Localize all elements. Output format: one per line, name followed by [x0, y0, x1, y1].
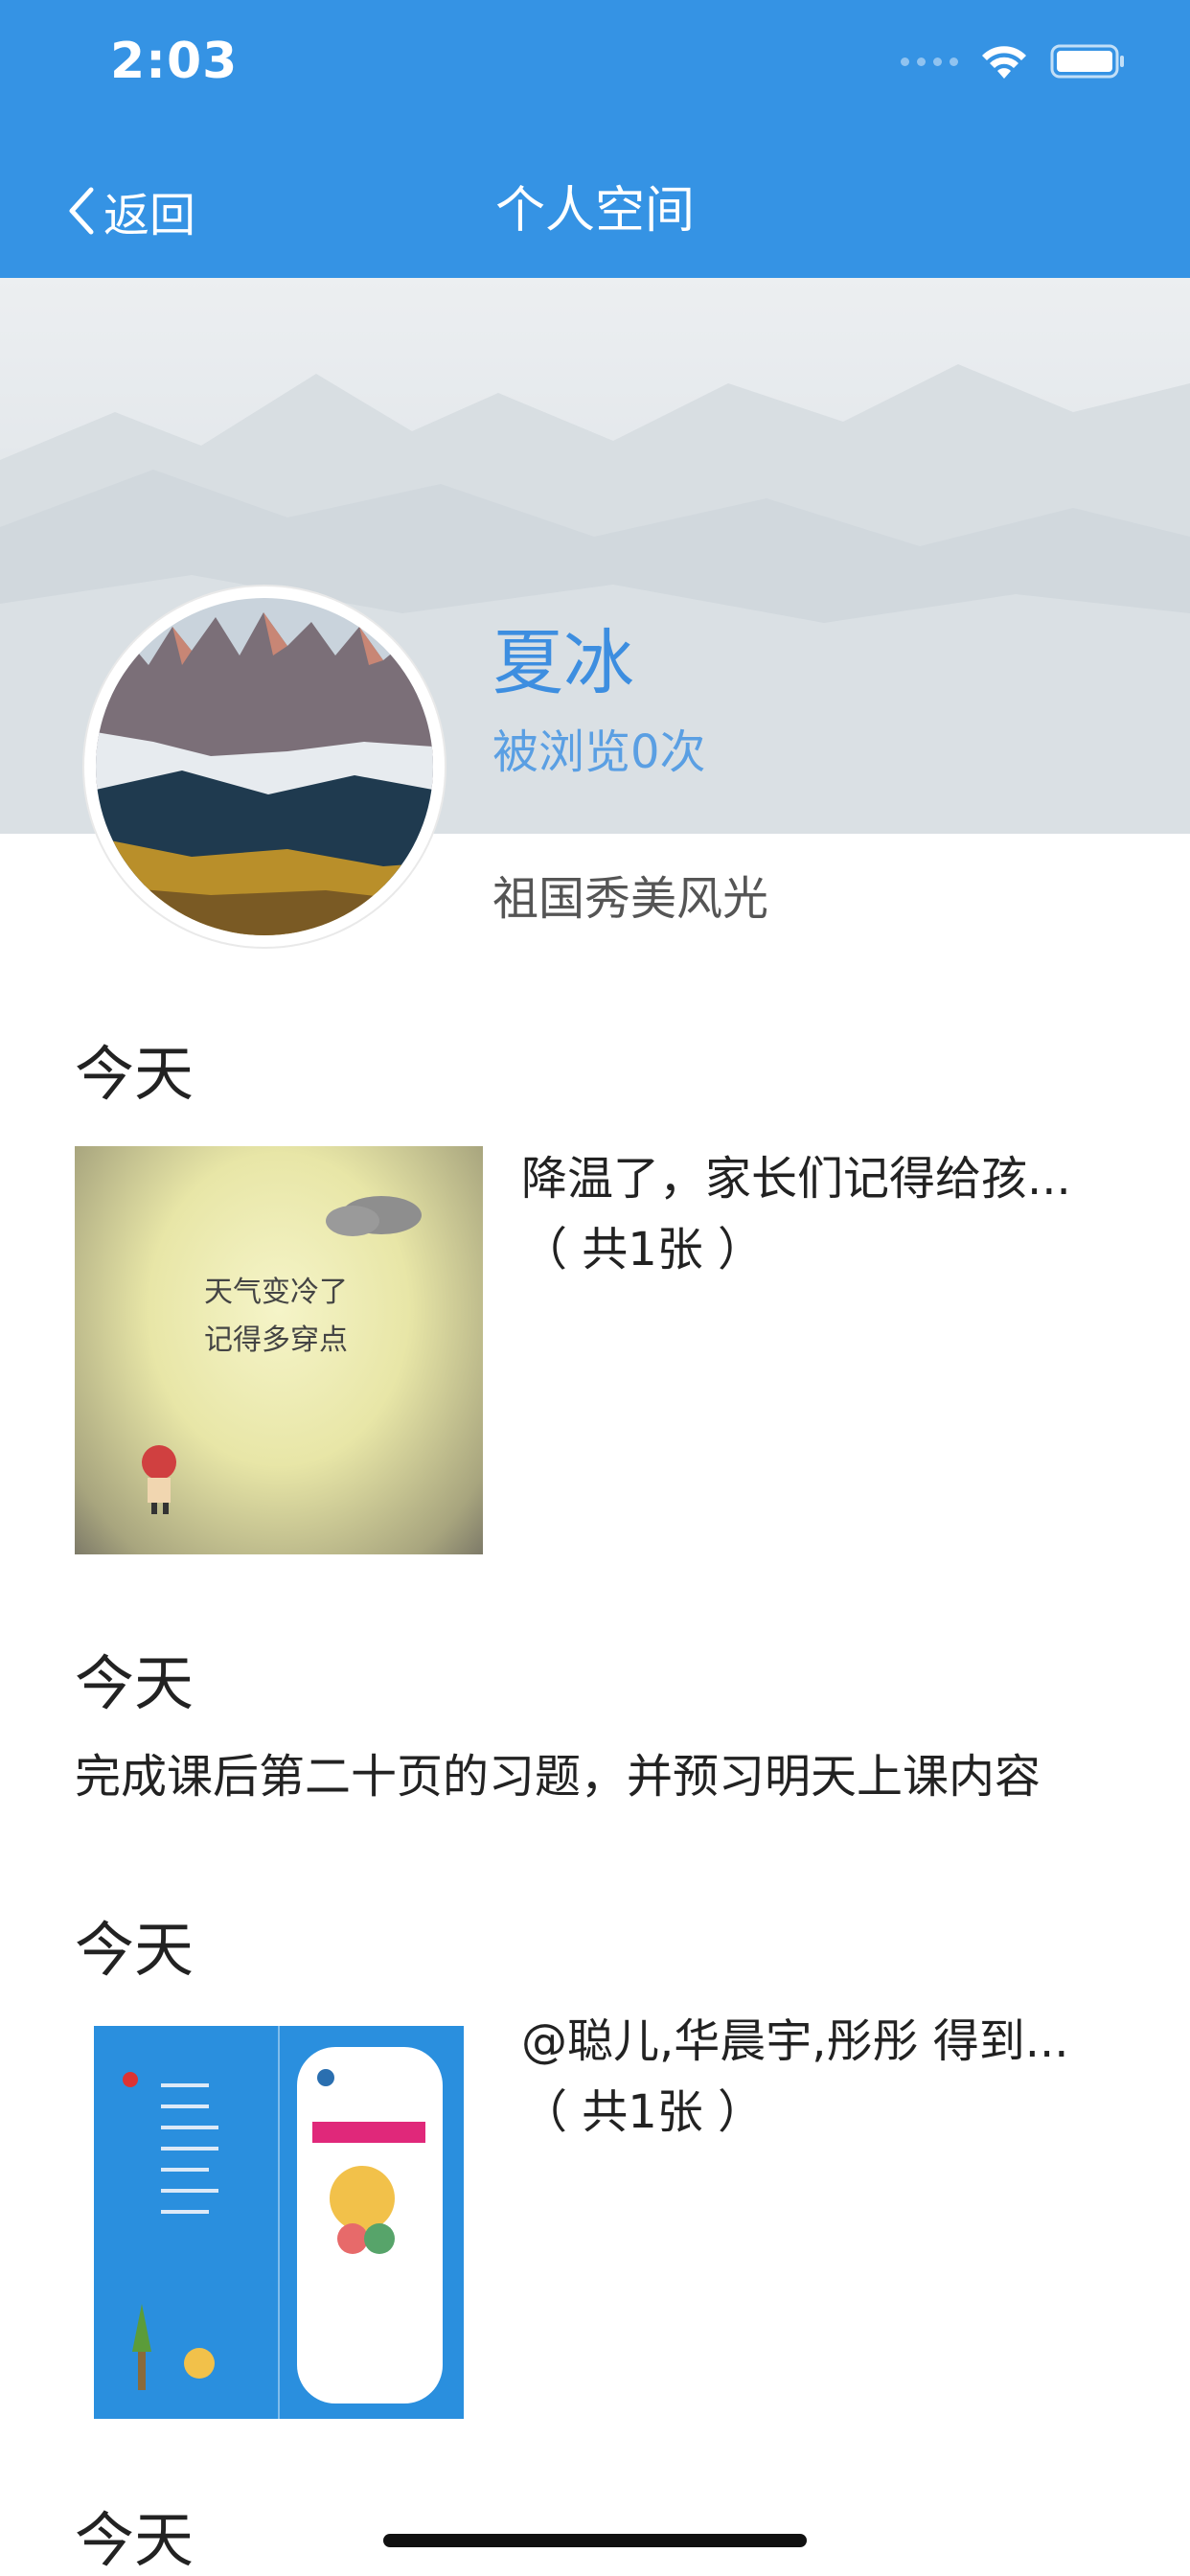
post-text: 降温了，家长们记得给孩...	[521, 1152, 1071, 1206]
status-time: 2:03	[110, 33, 239, 90]
profile-name: 夏冰	[492, 622, 634, 704]
page-title: 个人空间	[494, 182, 695, 240]
image-caption-line1: 天气变冷了	[204, 1276, 348, 1309]
home-indicator[interactable]	[383, 2534, 807, 2547]
post-date: 今天	[75, 1915, 195, 1985]
post-date: 今天	[75, 2505, 195, 2575]
view-count: 被浏览0次	[492, 725, 706, 779]
post-date: 今天	[75, 1039, 195, 1109]
image-count: （ 共1张 ）	[521, 1223, 765, 1276]
status-icons	[901, 40, 1127, 82]
wifi-icon	[979, 42, 1029, 80]
post-text: 完成课后第二十页的习题，并预习明天上课内容	[75, 1750, 1041, 1804]
navigation-bar: 返回 个人空间	[0, 172, 1190, 249]
post-image[interactable]: 天气变冷了 记得多穿点	[75, 1146, 483, 1554]
header-bar: 2:03 返回 个人空间	[0, 0, 1190, 278]
post-text: @聪儿,华晨宇,彤彤 得到...	[521, 2014, 1069, 2068]
profile-motto: 祖国秀美风光	[492, 872, 769, 926]
post-date: 今天	[75, 1648, 195, 1718]
signal-icon	[901, 57, 958, 66]
avatar[interactable]	[84, 586, 445, 947]
personal-space-screen: 2:03 返回 个人空间 夏冰 被浏览0次 祖国秀美风光 今天 天气变冷了 记得…	[0, 0, 1190, 2576]
battery-icon	[1050, 42, 1127, 80]
image-caption-line2: 记得多穿点	[204, 1323, 348, 1357]
image-count: （ 共1张 ）	[521, 2085, 765, 2139]
post-image[interactable]	[75, 2016, 483, 2425]
